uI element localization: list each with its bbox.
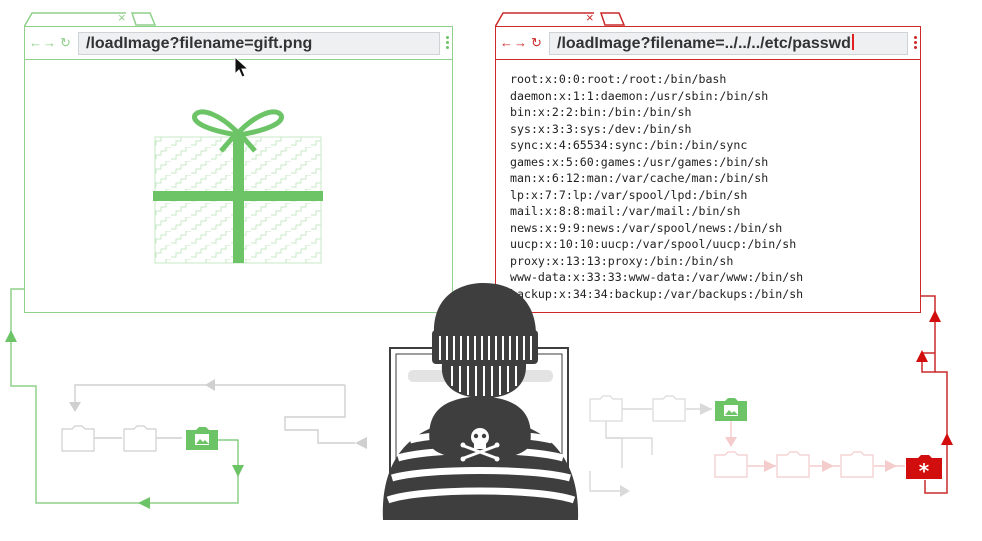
- folder-icon: [123, 425, 157, 452]
- image-folder-icon: [715, 398, 747, 421]
- legit-request-path: [10, 288, 239, 504]
- hacker-icon: [382, 283, 579, 520]
- arrowhead-icon: [700, 403, 712, 415]
- folder-icon: [61, 425, 95, 452]
- image-folder-icon: [186, 427, 218, 450]
- folder-icon: [840, 451, 874, 478]
- path-traversal-diagram: *: [5, 283, 953, 520]
- arrowhead-icon: [138, 497, 150, 509]
- arrowhead-icon: [620, 485, 630, 497]
- arrowhead-icon: [232, 465, 244, 477]
- folder-icon: [589, 395, 623, 422]
- arrowhead-icon: [5, 330, 17, 342]
- folder-icon: [776, 451, 810, 478]
- folder-icon: [714, 451, 748, 478]
- sensitive-file-icon: *: [906, 455, 942, 483]
- folder-icon: [652, 395, 686, 422]
- svg-text:*: *: [919, 459, 930, 483]
- mouse-pointer-icon: [234, 56, 250, 78]
